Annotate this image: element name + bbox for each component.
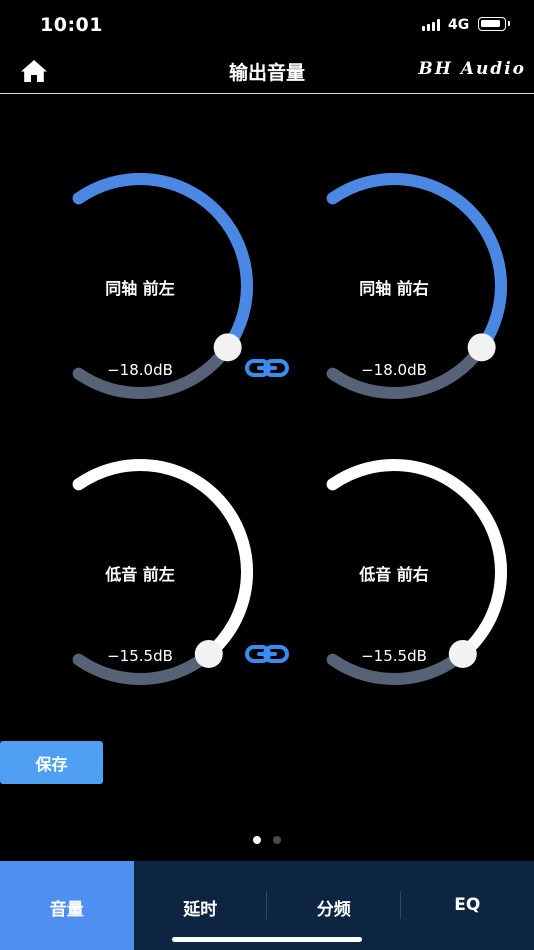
- tab-delay-label: 延时: [183, 900, 218, 920]
- knob-level-arc: [326, 173, 507, 354]
- tab-volume[interactable]: 音量: [0, 861, 134, 950]
- knob-level-arc: [72, 173, 253, 354]
- knob-label-coaxial-front-left: 同轴 前左: [105, 279, 175, 298]
- knob-value-bass-front-right: −15.5dB: [361, 647, 427, 665]
- save-button[interactable]: 保存: [0, 741, 103, 784]
- knob-handle[interactable]: [467, 333, 496, 362]
- page-indicator-dot[interactable]: [273, 836, 281, 844]
- knob-value-coaxial-front-right: −18.0dB: [361, 361, 427, 379]
- knob-value-coaxial-front-left: −18.0dB: [107, 361, 173, 379]
- knob-handle[interactable]: [213, 333, 242, 362]
- tab-divider: [400, 891, 401, 919]
- tab-eq[interactable]: EQ: [401, 861, 534, 950]
- knob-level-arc: [72, 459, 254, 660]
- knob-value-bass-front-left: −15.5dB: [107, 647, 173, 665]
- tab-crossover-label: 分频: [316, 900, 351, 920]
- knob-level-arc: [326, 459, 508, 660]
- page-indicator-dot[interactable]: [253, 836, 261, 844]
- volume-knobs: [72, 173, 508, 685]
- knob-label-coaxial-front-right: 同轴 前右: [359, 279, 429, 298]
- knob-label-bass-front-left: 低音 前左: [105, 565, 175, 584]
- tab-divider: [266, 891, 267, 919]
- knob-label-bass-front-right: 低音 前右: [359, 565, 429, 584]
- link-channels-icon[interactable]: [245, 359, 289, 377]
- link-channels-icon[interactable]: [245, 645, 289, 663]
- home-indicator: [172, 937, 362, 942]
- tab-volume-label: 音量: [49, 900, 84, 920]
- tab-eq-label: EQ: [454, 895, 481, 915]
